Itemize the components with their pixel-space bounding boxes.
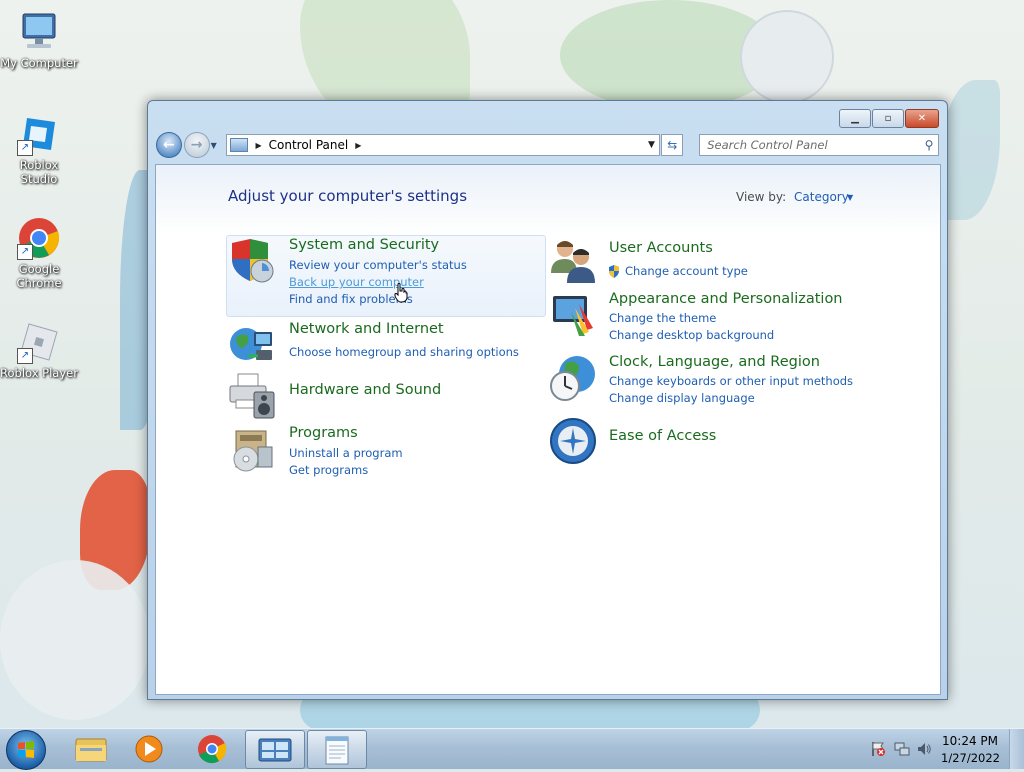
link-review-status[interactable]: Review your computer's status [289,258,467,272]
desktop-icon-label: Roblox Studio [19,158,59,186]
network-tray-icon[interactable] [894,741,910,760]
page-title: Adjust your computer's settings [228,187,468,205]
desktop-icon-label: My Computer [0,56,78,70]
clock-date[interactable]: 1/27/2022 [941,751,1000,765]
taskbar-media-player[interactable] [120,730,178,767]
view-by-label: View by: [736,190,787,204]
start-button[interactable] [6,730,46,770]
shortcut-arrow-icon: ↗ [17,348,33,364]
roblox-studio-icon: ↗ [17,112,61,156]
taskbar-file-explorer[interactable] [62,730,120,767]
address-bar[interactable]: ▶ Control Panel ▶ ▼ [226,134,661,156]
maximize-button[interactable]: ▫ [872,109,904,128]
content-pane: Adjust your computer's settings View by:… [155,164,941,695]
action-center-flag-icon[interactable] [870,741,886,760]
mouse-pointer-hand-icon [394,283,408,303]
search-input[interactable] [700,137,920,153]
category-title-appearance[interactable]: Appearance and Personalization [609,291,843,307]
breadcrumb-chevron-icon[interactable]: ▶ [255,141,261,150]
media-player-icon [135,735,163,763]
desktop-icon-roblox-player[interactable]: ↗ Roblox Player [0,320,78,380]
clock-time[interactable]: 10:24 PM [942,734,998,748]
control-panel-icon [258,738,292,762]
link-change-keyboards[interactable]: Change keyboards or other input methods [609,374,853,388]
desktop-icon-label: Roblox Player [0,366,78,380]
link-uninstall-program[interactable]: Uninstall a program [289,446,403,460]
show-desktop-button[interactable] [1009,729,1024,769]
taskbar-chrome[interactable] [183,730,241,767]
view-by-dropdown[interactable]: Category [794,190,849,204]
recent-pages-dropdown[interactable]: ▼ [211,141,221,150]
shortcut-arrow-icon: ↗ [17,244,33,260]
chevron-down-icon[interactable]: ▼ [847,193,853,202]
desktop-icon-my-computer[interactable]: My Computer [0,10,78,70]
printer-icon[interactable] [228,372,276,420]
uac-shield-icon [608,265,620,278]
clock-globe-icon[interactable] [549,354,597,402]
shortcut-arrow-icon: ↗ [17,140,33,156]
notepad-icon [325,736,349,765]
link-homegroup-sharing[interactable]: Choose homegroup and sharing options [289,345,519,359]
link-get-programs[interactable]: Get programs [289,463,368,477]
ease-of-access-icon[interactable] [549,417,597,465]
forward-button[interactable]: → [183,132,210,158]
computer-icon [17,10,61,54]
system-tray: 10:24 PM 1/27/2022 [854,729,1024,769]
network-icon[interactable] [228,320,276,368]
file-explorer-icon [75,738,107,762]
category-title-network-internet[interactable]: Network and Internet [289,321,444,337]
users-icon[interactable] [549,237,597,285]
desktop-icon-roblox-studio[interactable]: ↗ Roblox Studio [0,112,78,186]
link-change-display-language[interactable]: Change display language [609,391,755,405]
link-change-desktop-background[interactable]: Change desktop background [609,328,774,342]
control-panel-icon [230,138,249,152]
windows-logo-icon [18,741,34,758]
forward-arrow-icon: → [190,137,203,153]
search-icon[interactable]: ⚲ [920,138,938,152]
link-change-theme[interactable]: Change the theme [609,311,716,325]
minimize-button[interactable]: ▁ [839,109,871,128]
category-title-system-security[interactable]: System and Security [289,237,439,253]
breadcrumb-chevron-icon[interactable]: ▶ [355,141,361,150]
address-history-dropdown[interactable]: ▼ [643,140,659,150]
refresh-icon: ⇆ [667,138,678,152]
volume-icon[interactable] [916,741,932,760]
refresh-button[interactable]: ⇆ [661,134,684,156]
desktop-icon-google-chrome[interactable]: ↗ Google Chrome [0,216,78,290]
programs-icon[interactable] [228,427,276,475]
search-box[interactable]: ⚲ [699,134,939,156]
control-panel-window: ▁ ▫ ✕ ← → ▼ ▶ Control Panel ▶ ▼ ⇆ ⚲ Adju… [147,100,948,700]
shield-icon[interactable] [228,237,276,285]
chrome-icon: ↗ [17,216,61,260]
back-button[interactable]: ← [156,132,182,158]
breadcrumb-control-panel[interactable]: Control Panel [269,138,349,152]
taskbar-notepad[interactable] [307,730,367,769]
close-button[interactable]: ✕ [905,109,939,128]
taskbar-control-panel[interactable] [245,730,305,769]
navigation-bar: ← → ▼ ▶ Control Panel ▶ ▼ ⇆ ⚲ [156,132,939,158]
link-change-account-type[interactable]: Change account type [625,264,748,278]
category-title-ease-of-access[interactable]: Ease of Access [609,428,716,444]
caption-buttons: ▁ ▫ ✕ [839,109,939,128]
appearance-icon[interactable] [549,290,597,338]
back-arrow-icon: ← [163,137,175,153]
category-title-hardware-sound[interactable]: Hardware and Sound [289,382,441,398]
desktop-icon-label: Google Chrome [16,262,62,290]
taskbar: 10:24 PM 1/27/2022 [0,728,1024,770]
category-title-user-accounts[interactable]: User Accounts [609,240,713,256]
category-title-clock-language-region[interactable]: Clock, Language, and Region [609,354,820,370]
roblox-player-icon: ↗ [17,320,61,364]
chrome-icon [198,735,227,764]
category-title-programs[interactable]: Programs [289,425,358,441]
